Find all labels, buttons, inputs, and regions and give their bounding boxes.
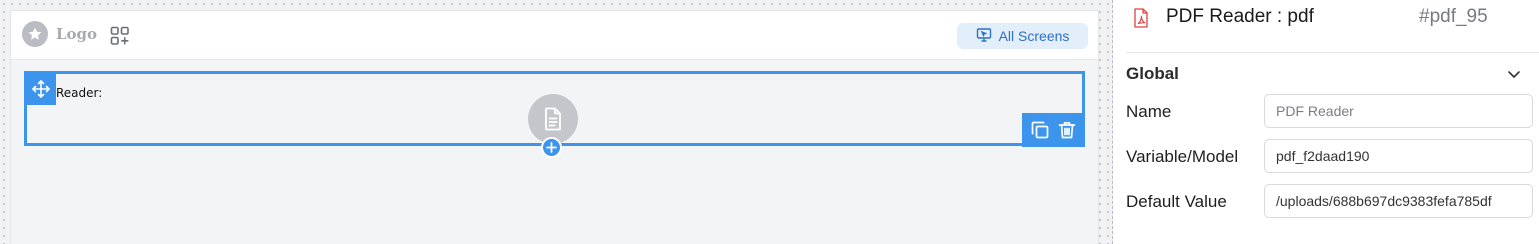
component-action-bar — [1022, 113, 1085, 147]
pdf-file-icon — [1133, 8, 1149, 28]
panel-header: PDF Reader : pdf #pdf_95 — [1113, 0, 1539, 40]
chevron-down-icon[interactable] — [1506, 66, 1522, 82]
star-icon — [22, 21, 48, 47]
apps-add-icon[interactable] — [110, 26, 130, 46]
component-id: #pdf_95 — [1419, 6, 1488, 27]
reader-label: Reader: — [56, 86, 103, 100]
screen-header: Logo All Screens — [11, 11, 1098, 60]
name-field[interactable] — [1264, 94, 1533, 128]
copy-icon[interactable] — [1028, 118, 1052, 142]
screen-cursor-icon — [976, 27, 992, 46]
variable-model-field[interactable] — [1264, 139, 1533, 173]
plus-icon[interactable] — [541, 137, 562, 158]
panel-separator — [1126, 52, 1539, 53]
variable-model-label: Variable/Model — [1126, 147, 1239, 166]
all-screens-label: All Screens — [998, 28, 1070, 44]
logo-text: Logo — [56, 25, 98, 43]
default-value-label: Default Value — [1126, 192, 1227, 211]
trash-icon[interactable] — [1055, 118, 1079, 142]
properties-panel: PDF Reader : pdf #pdf_95 Global Name Var… — [1113, 0, 1539, 244]
panel-title: PDF Reader : pdf — [1166, 6, 1314, 27]
name-label: Name — [1126, 102, 1172, 121]
default-value-field[interactable] — [1264, 184, 1533, 218]
all-screens-button[interactable]: All Screens — [957, 23, 1088, 49]
canvas-screen: Logo All Screens Reader: — [10, 10, 1099, 244]
section-title-global: Global — [1126, 64, 1179, 83]
pdf-reader-component[interactable]: Reader: — [24, 71, 1085, 158]
move-arrows-icon[interactable] — [25, 72, 56, 105]
